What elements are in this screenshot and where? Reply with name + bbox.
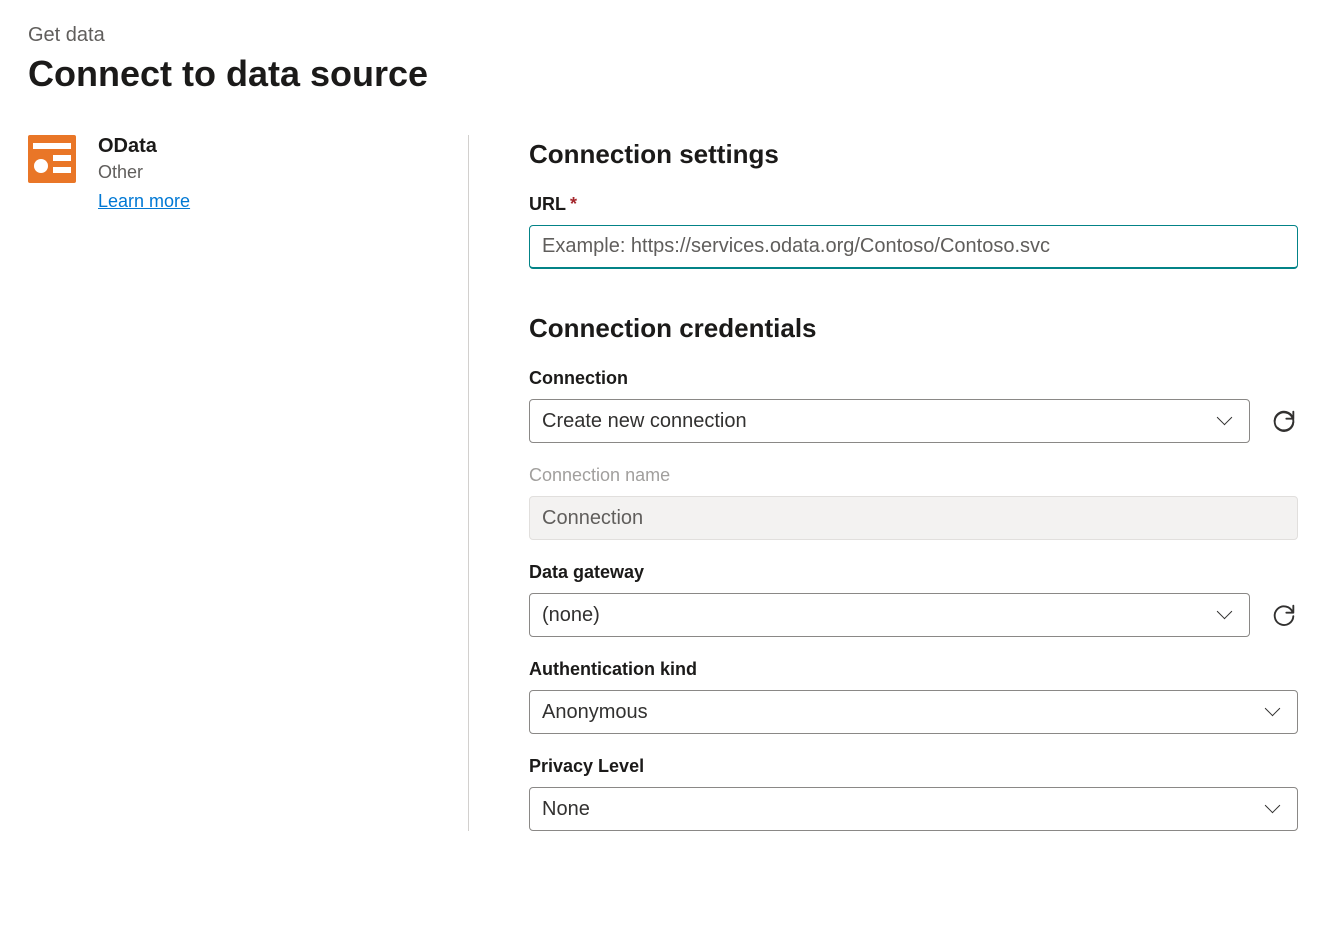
page-title: Connect to data source bbox=[28, 53, 1308, 95]
connection-name-input bbox=[529, 496, 1298, 540]
authentication-kind-select[interactable]: Anonymous bbox=[529, 690, 1298, 734]
chevron-down-icon bbox=[1217, 607, 1233, 623]
url-label-text: URL bbox=[529, 194, 566, 214]
connection-name-label: Connection name bbox=[529, 465, 1298, 486]
data-gateway-label: Data gateway bbox=[529, 562, 1298, 583]
chevron-down-icon bbox=[1265, 704, 1281, 720]
source-panel: OData Other Learn more bbox=[28, 135, 468, 831]
url-input[interactable] bbox=[529, 225, 1298, 269]
source-category: Other bbox=[98, 162, 190, 183]
refresh-icon bbox=[1270, 601, 1298, 629]
connection-select-value: Create new connection bbox=[542, 410, 747, 433]
data-gateway-refresh-button[interactable] bbox=[1270, 601, 1298, 629]
data-gateway-select[interactable]: (none) bbox=[529, 593, 1250, 637]
form-panel: Connection settings URL* Connection cred… bbox=[468, 135, 1298, 831]
connection-label: Connection bbox=[529, 368, 1298, 389]
privacy-level-select-value: None bbox=[542, 798, 590, 821]
chevron-down-icon bbox=[1217, 413, 1233, 429]
privacy-level-label: Privacy Level bbox=[529, 756, 1298, 777]
privacy-level-select[interactable]: None bbox=[529, 787, 1298, 831]
connection-settings-heading: Connection settings bbox=[529, 139, 1298, 170]
connection-refresh-button[interactable] bbox=[1270, 407, 1298, 435]
authentication-kind-select-value: Anonymous bbox=[542, 701, 648, 724]
connection-credentials-heading: Connection credentials bbox=[529, 313, 1298, 344]
url-label: URL* bbox=[529, 194, 1298, 215]
learn-more-link[interactable]: Learn more bbox=[98, 191, 190, 212]
chevron-down-icon bbox=[1265, 801, 1281, 817]
connection-select[interactable]: Create new connection bbox=[529, 399, 1250, 443]
data-gateway-select-value: (none) bbox=[542, 604, 600, 627]
source-name: OData bbox=[98, 135, 190, 158]
breadcrumb: Get data bbox=[28, 24, 1308, 47]
required-asterisk: * bbox=[570, 194, 577, 214]
authentication-kind-label: Authentication kind bbox=[529, 659, 1298, 680]
refresh-icon bbox=[1270, 407, 1298, 435]
odata-connector-icon bbox=[28, 135, 76, 183]
